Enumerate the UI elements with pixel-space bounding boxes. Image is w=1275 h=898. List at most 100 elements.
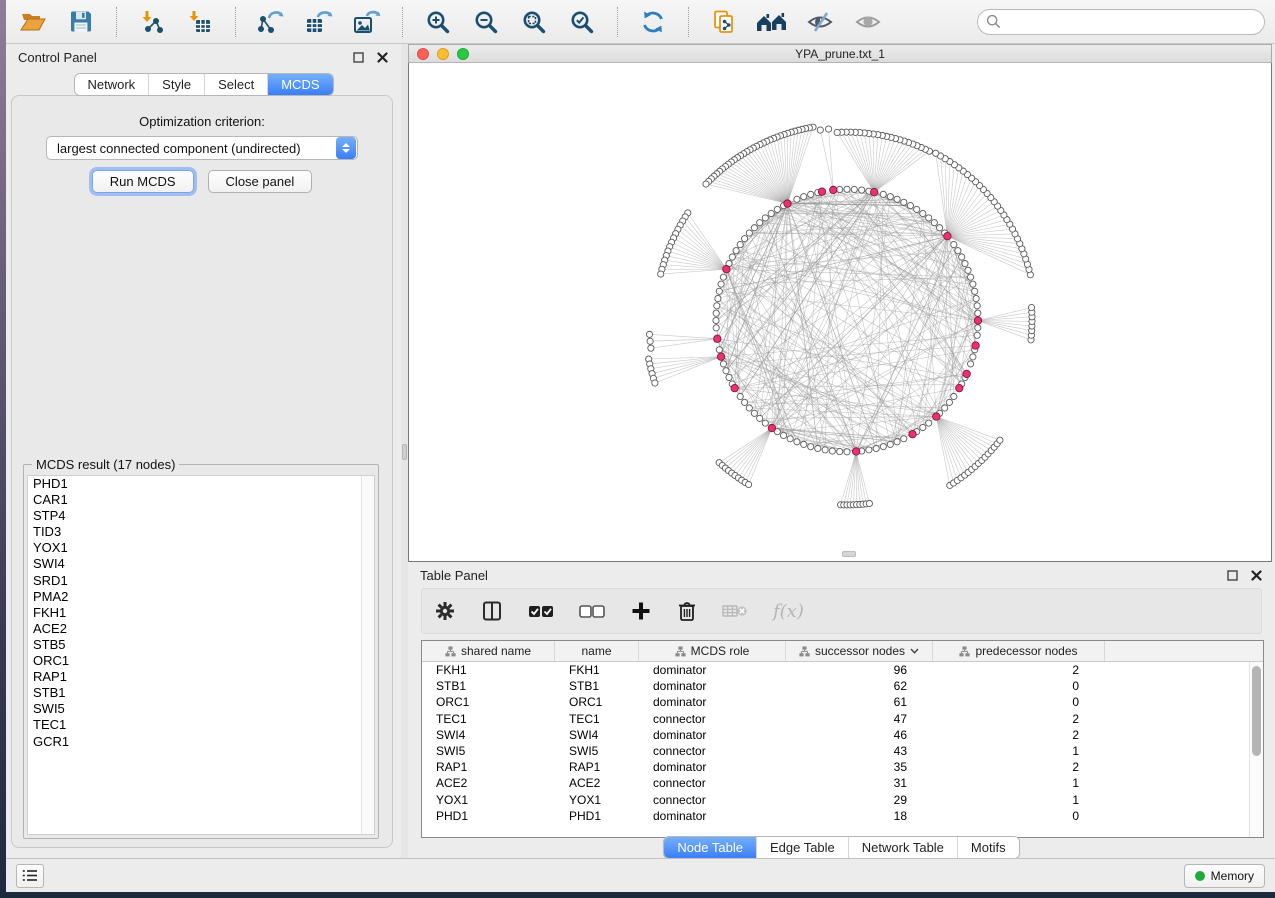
mcds-result-list[interactable]: PHD1CAR1STP4TID3YOX1SWI4SRD1PMA2FKH1ACE2… xyxy=(27,475,375,835)
table-row[interactable]: ORC1ORC1dominator610 xyxy=(422,694,1249,710)
mcds-result-item[interactable]: RAP1 xyxy=(28,669,374,685)
horizontal-splitter-handle[interactable] xyxy=(842,551,856,557)
clone-network-button[interactable] xyxy=(707,5,741,39)
import-network-icon xyxy=(139,9,165,35)
mcds-result-item[interactable]: TID3 xyxy=(28,524,374,540)
mcds-result-item[interactable]: STB1 xyxy=(28,685,374,701)
import-table-button[interactable] xyxy=(183,5,217,39)
tab-style[interactable]: Style xyxy=(148,74,204,95)
select-all-columns-button[interactable] xyxy=(526,596,556,626)
float-table-panel-button[interactable] xyxy=(1225,568,1239,582)
mcds-result-item[interactable]: STB5 xyxy=(28,637,374,653)
table-settings-button[interactable] xyxy=(432,596,458,626)
vertical-splitter[interactable] xyxy=(401,44,408,858)
table-row[interactable]: YOX1YOX1connector291 xyxy=(422,792,1249,808)
column-header-MCDS-role[interactable]: MCDS role xyxy=(639,641,786,661)
column-header-predecessor-nodes[interactable]: predecessor nodes xyxy=(933,641,1105,661)
close-table-panel-button[interactable] xyxy=(1249,568,1263,582)
show-all-button[interactable] xyxy=(851,5,885,39)
zoom-out-button[interactable] xyxy=(469,5,503,39)
mcds-result-item[interactable]: PHD1 xyxy=(28,476,374,492)
mcds-result-item[interactable]: SRD1 xyxy=(28,573,374,589)
open-session-button[interactable] xyxy=(16,5,50,39)
tab-network-table[interactable]: Network Table xyxy=(848,837,957,858)
mcds-result-item[interactable]: ACE2 xyxy=(28,621,374,637)
table-row[interactable]: ACE2ACE2connector311 xyxy=(422,775,1249,791)
mcds-result-item[interactable]: SWI5 xyxy=(28,701,374,717)
table-scrollbar[interactable] xyxy=(1249,662,1263,837)
tab-mcds[interactable]: MCDS xyxy=(267,74,332,95)
column-header-name[interactable]: name xyxy=(555,641,639,661)
refresh-view-button[interactable] xyxy=(636,5,670,39)
table-row[interactable]: TEC1TEC1connector472 xyxy=(422,711,1249,727)
memory-button[interactable]: Memory xyxy=(1184,864,1265,888)
table-scrollbar-thumb[interactable] xyxy=(1252,666,1261,756)
zoom-fit-button[interactable] xyxy=(517,5,551,39)
tab-motifs[interactable]: Motifs xyxy=(957,837,1019,858)
table-row[interactable]: STB1STB1dominator620 xyxy=(422,678,1249,694)
tab-edge-table[interactable]: Edge Table xyxy=(756,837,848,858)
export-network-button[interactable] xyxy=(254,5,288,39)
table-cell: 46 xyxy=(786,728,933,742)
table-cell: 2 xyxy=(933,712,1105,726)
save-icon xyxy=(68,9,94,35)
function-builder-button: f(x) xyxy=(771,596,806,626)
result-scrollbar[interactable] xyxy=(361,476,374,834)
control-panel-tabs: NetworkStyleSelectMCDS xyxy=(73,73,333,96)
column-header-shared-name[interactable]: shared name xyxy=(422,641,555,661)
attribute-tree-icon xyxy=(959,646,970,657)
mcds-result-item[interactable]: SWI4 xyxy=(28,556,374,572)
delete-columns-button[interactable] xyxy=(675,596,699,626)
unselect-all-columns-button[interactable] xyxy=(577,596,607,626)
show-columns-button[interactable] xyxy=(479,596,505,626)
toolbar-separator xyxy=(402,7,403,37)
table-cell: YOX1 xyxy=(555,793,639,807)
mcds-result-item[interactable]: ORC1 xyxy=(28,653,374,669)
run-mcds-button[interactable]: Run MCDS xyxy=(92,170,194,193)
table-cell: TEC1 xyxy=(422,712,555,726)
table-cell: 0 xyxy=(933,679,1105,693)
zoom-in-button[interactable] xyxy=(421,5,455,39)
mcds-result-item[interactable]: STP4 xyxy=(28,508,374,524)
attribute-tree-icon xyxy=(675,646,686,657)
table-row[interactable]: SWI4SWI4dominator462 xyxy=(422,727,1249,743)
search-input[interactable] xyxy=(1005,14,1256,29)
mcds-result-item[interactable]: TEC1 xyxy=(28,717,374,733)
search-box[interactable] xyxy=(977,9,1265,35)
save-session-button[interactable] xyxy=(64,5,98,39)
export-image-button[interactable] xyxy=(350,5,384,39)
close-panel-button[interactable] xyxy=(375,50,389,64)
mcds-result-item[interactable]: FKH1 xyxy=(28,605,374,621)
float-panel-button[interactable] xyxy=(351,50,365,64)
float-icon xyxy=(1227,570,1238,581)
create-column-button[interactable] xyxy=(628,596,654,626)
import-network-button[interactable] xyxy=(135,5,169,39)
network-window: YPA_prune.txt_1 xyxy=(408,44,1272,562)
mcds-result-item[interactable]: PMA2 xyxy=(28,589,374,605)
mcds-tab-content: Optimization criterion: largest connecte… xyxy=(11,95,393,848)
task-history-button[interactable] xyxy=(16,864,44,888)
mcds-result-item[interactable]: CAR1 xyxy=(28,492,374,508)
table-row[interactable]: RAP1RAP1dominator352 xyxy=(422,759,1249,775)
network-titlebar[interactable]: YPA_prune.txt_1 xyxy=(408,44,1272,63)
houses-button[interactable] xyxy=(755,5,789,39)
table-row[interactable]: FKH1FKH1dominator962 xyxy=(422,662,1249,678)
tab-node-table[interactable]: Node Table xyxy=(664,837,756,858)
table-row[interactable]: SWI5SWI5connector431 xyxy=(422,743,1249,759)
table-panel: Table Panel f(x) shared namenameMCDS rol… xyxy=(408,562,1275,858)
tab-network[interactable]: Network xyxy=(74,74,148,95)
vertical-splitter-handle[interactable] xyxy=(402,444,407,460)
control-panel: Control Panel NetworkStyleSelectMCDS Opt… xyxy=(6,44,401,858)
mcds-result-item[interactable]: YOX1 xyxy=(28,540,374,556)
optimization-dropdown[interactable]: largest connected component (undirected) xyxy=(46,136,358,160)
table-row[interactable]: PHD1PHD1dominator180 xyxy=(422,808,1249,824)
zoom-selected-button[interactable] xyxy=(565,5,599,39)
export-table-button[interactable] xyxy=(302,5,336,39)
table-cell: SWI4 xyxy=(555,728,639,742)
network-view[interactable] xyxy=(408,63,1272,562)
mcds-result-item[interactable]: GCR1 xyxy=(28,734,374,750)
hide-selected-button[interactable] xyxy=(803,5,837,39)
close-panel-button-mcds[interactable]: Close panel xyxy=(208,170,313,193)
tab-select[interactable]: Select xyxy=(204,74,267,95)
column-header-successor-nodes[interactable]: successor nodes xyxy=(786,641,933,661)
